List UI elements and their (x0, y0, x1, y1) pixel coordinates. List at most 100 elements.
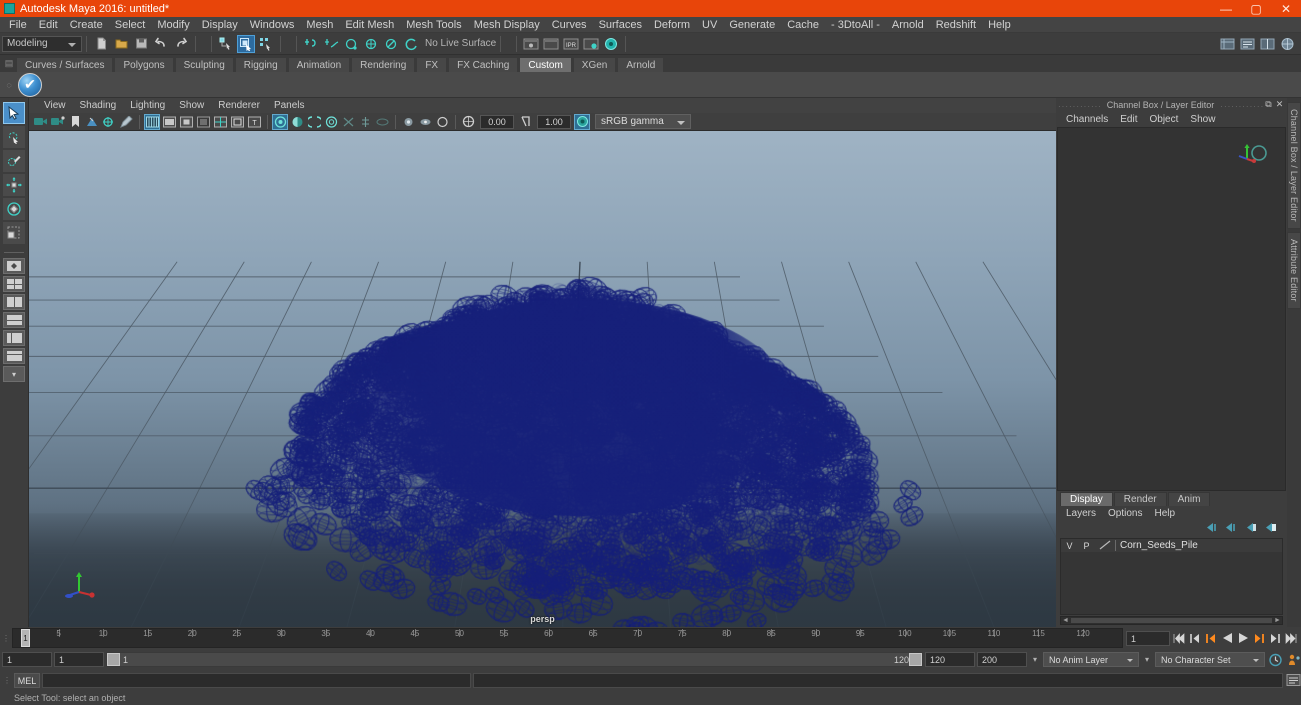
channel-box-menu-object[interactable]: Object (1144, 114, 1185, 125)
close-button[interactable]: ✕ (1271, 0, 1301, 17)
shelf-tab-fx[interactable]: FX (416, 57, 448, 72)
select-camera-icon[interactable] (33, 114, 49, 130)
xray-icon[interactable] (400, 114, 416, 130)
shelf-tab-sculpting[interactable]: Sculpting (174, 57, 234, 72)
layer-menu-help[interactable]: Help (1148, 508, 1181, 519)
play-backwards-icon[interactable] (1220, 630, 1234, 646)
animation-start-field[interactable]: 1 (2, 652, 52, 667)
select-tool[interactable] (3, 102, 25, 124)
step-forward-key-icon[interactable] (1252, 630, 1266, 646)
animation-preferences-icon[interactable] (1285, 652, 1301, 668)
menu-edit[interactable]: Edit (33, 17, 64, 33)
camera-attributes-icon[interactable] (50, 114, 66, 130)
menu-arnold[interactable]: Arnold (886, 17, 930, 33)
step-back-frame-icon[interactable] (1188, 630, 1202, 646)
viewport-menu-panels[interactable]: Panels (267, 100, 312, 111)
shelf-tab-polygons[interactable]: Polygons (114, 57, 174, 72)
snap-curve-icon[interactable] (322, 35, 340, 53)
scroll-left-icon[interactable]: ◄ (1061, 617, 1070, 624)
hypershade-icon[interactable] (582, 35, 600, 53)
viewport-menu-shading[interactable]: Shading (73, 100, 124, 111)
animation-end-field[interactable]: 200 (977, 652, 1027, 667)
current-time-indicator[interactable]: 1 (21, 629, 30, 647)
show-tool-settings-icon[interactable] (1238, 35, 1256, 53)
time-slider[interactable]: 1 5 10 15 20 25 30 35 40 45 50 55 60 65 70 75 80 85 90 95 1… (12, 628, 1123, 648)
layer-name[interactable]: Corn_Seeds_Pile (1115, 540, 1198, 551)
minimize-button[interactable]: — (1211, 0, 1241, 17)
current-frame-field[interactable]: 1 (1126, 630, 1170, 646)
isolate-select-icon[interactable] (374, 114, 390, 130)
shadows-icon[interactable] (289, 114, 305, 130)
menu-edit-mesh[interactable]: Edit Mesh (339, 17, 400, 33)
color-management-selector[interactable]: sRGB gamma (595, 114, 691, 129)
scale-tool[interactable] (3, 222, 25, 244)
gamma-value-field[interactable]: 1.00 (537, 114, 571, 129)
perspective-viewport[interactable]: persp (29, 131, 1056, 627)
snap-view-plane-icon[interactable] (382, 35, 400, 53)
menu-set-selector[interactable]: Modeling (2, 35, 82, 52)
range-bar[interactable]: 1 120 (106, 652, 923, 667)
command-input[interactable] (42, 672, 471, 688)
layer-menu-layers[interactable]: Layers (1060, 508, 1102, 519)
exposure-value-field[interactable]: 0.00 (480, 114, 514, 129)
play-forwards-icon[interactable] (1236, 630, 1250, 646)
ipr-render-icon[interactable] (542, 35, 560, 53)
custom-checkmark-sphere-icon[interactable]: ✔ (18, 72, 42, 97)
render-current-frame-icon[interactable] (522, 35, 540, 53)
render-settings-icon[interactable]: IPR (562, 35, 580, 53)
move-layer-down-icon[interactable] (1224, 522, 1237, 536)
shelf-grip-icon[interactable]: ▤ (2, 55, 16, 72)
new-layer-from-selected-icon[interactable] (1264, 522, 1277, 536)
layer-list-scrollbar[interactable]: ◄ ► (1060, 616, 1283, 625)
step-back-key-icon[interactable] (1204, 630, 1218, 646)
anim-layer-dropdown-arrow[interactable]: ▾ (1029, 655, 1041, 664)
shaded-wireframe-icon[interactable] (212, 114, 228, 130)
gamma-icon[interactable] (517, 114, 533, 130)
move-layer-up-icon[interactable] (1204, 522, 1217, 536)
scrollbar-thumb[interactable] (1071, 618, 1272, 623)
shelf-tab-curves-surfaces[interactable]: Curves / Surfaces (16, 57, 114, 72)
layer-playback-toggle[interactable]: P (1078, 541, 1095, 551)
use-all-lights-icon[interactable] (272, 113, 288, 130)
menu-mesh-display[interactable]: Mesh Display (468, 17, 546, 33)
range-end-handle[interactable] (909, 653, 922, 666)
lasso-select-tool[interactable] (3, 126, 25, 148)
save-scene-icon[interactable] (132, 35, 150, 53)
menu-display[interactable]: Display (196, 17, 244, 33)
layer-tab-anim[interactable]: Anim (1167, 492, 1211, 506)
grease-pencil-icon[interactable] (118, 114, 134, 130)
wireframe-shading-icon[interactable] (144, 113, 160, 130)
viewport-menu-view[interactable]: View (37, 100, 73, 111)
snap-grid-icon[interactable] (302, 35, 320, 53)
channel-box-menu-channels[interactable]: Channels (1060, 114, 1114, 125)
smooth-shade-all-icon[interactable] (161, 114, 177, 130)
select-by-hierarchy-icon[interactable] (217, 35, 235, 53)
textured-icon[interactable] (229, 114, 245, 130)
color-management-icon[interactable] (574, 113, 590, 130)
time-slider-grip[interactable]: ⋮ (0, 628, 12, 648)
redo-icon[interactable] (172, 35, 190, 53)
script-editor-icon[interactable] (1285, 672, 1301, 688)
persp-outliner-layout[interactable] (3, 330, 25, 346)
snap-point-icon[interactable] (342, 35, 360, 53)
shelf-tab-arnold[interactable]: Arnold (617, 57, 665, 72)
command-output[interactable] (473, 672, 1283, 688)
close-icon[interactable]: ✕ (1274, 99, 1285, 110)
undo-icon[interactable] (152, 35, 170, 53)
range-start-handle[interactable] (107, 653, 120, 666)
menu-redshift[interactable]: Redshift (930, 17, 982, 33)
go-to-start-icon[interactable] (1172, 630, 1186, 646)
layer-tab-render[interactable]: Render (1113, 492, 1167, 506)
exposure-icon[interactable] (460, 114, 476, 130)
show-attribute-editor-icon[interactable] (1218, 35, 1236, 53)
shelf-tab-rendering[interactable]: Rendering (351, 57, 416, 72)
menu-help[interactable]: Help (982, 17, 1017, 33)
command-language-button[interactable]: MEL (14, 672, 40, 688)
viewport-menu-lighting[interactable]: Lighting (123, 100, 172, 111)
character-set-selector[interactable]: No Character Set (1155, 652, 1265, 667)
sidetab-attribute-editor[interactable]: Attribute Editor (1287, 231, 1301, 309)
channel-box-menu-show[interactable]: Show (1184, 114, 1221, 125)
screen-space-ao-icon[interactable] (306, 114, 322, 130)
move-tool[interactable] (3, 174, 25, 196)
paint-select-tool[interactable] (3, 150, 25, 172)
